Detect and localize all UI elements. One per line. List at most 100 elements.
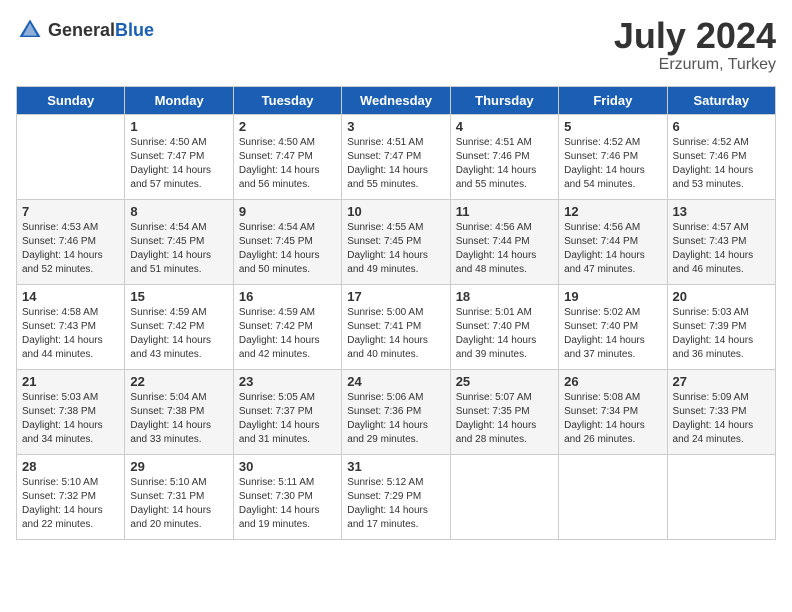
calendar-week-row: 1Sunrise: 4:50 AMSunset: 7:47 PMDaylight… <box>17 114 776 199</box>
day-number: 3 <box>347 119 444 134</box>
weekday-header: Wednesday <box>342 86 450 114</box>
calendar-cell: 4 Sunrise: 4:51 AMSunset: 7:46 PMDaylight… <box>450 114 558 199</box>
day-number: 31 <box>347 459 444 474</box>
day-number: 14 <box>22 289 119 304</box>
calendar-cell: 30Sunrise: 5:11 AMSunset: 7:30 PMDayligh… <box>233 454 341 539</box>
cell-detail: Sunrise: 4:50 AMSunset: 7:47 PMDaylight:… <box>239 136 336 192</box>
calendar-cell: 2 Sunrise: 4:50 AMSunset: 7:47 PMDaylight… <box>233 114 341 199</box>
day-number: 13 <box>673 204 770 219</box>
cell-detail: Sunrise: 5:01 AMSunset: 7:40 PMDaylight:… <box>456 306 553 362</box>
day-number: 20 <box>673 289 770 304</box>
location-subtitle: Erzurum, Turkey <box>614 56 776 74</box>
day-number: 28 <box>22 459 119 474</box>
day-number: 10 <box>347 204 444 219</box>
calendar-cell: 8 Sunrise: 4:54 AMSunset: 7:45 PMDaylight… <box>125 199 233 284</box>
calendar-week-row: 28 Sunrise: 5:10 AMSunset: 7:32 PMDayligh… <box>17 454 776 539</box>
day-number: 24 <box>347 374 444 389</box>
day-number: 21 <box>22 374 119 389</box>
day-number: 19 <box>564 289 661 304</box>
page-header: GeneralBlue July 2024 Erzurum, Turkey <box>16 16 776 74</box>
cell-detail: Sunrise: 4:59 AMSunset: 7:42 PMDaylight:… <box>239 306 336 362</box>
weekday-header: Friday <box>559 86 667 114</box>
calendar-cell: 6 Sunrise: 4:52 AMSunset: 7:46 PMDaylight… <box>667 114 775 199</box>
calendar-cell: 13 Sunrise: 4:57 AMSunset: 7:43 PMDayligh… <box>667 199 775 284</box>
cell-detail: Sunrise: 4:54 AMSunset: 7:45 PMDaylight:… <box>130 221 227 277</box>
calendar-cell <box>559 454 667 539</box>
calendar-cell: 25 Sunrise: 5:07 AMSunset: 7:35 PMDayligh… <box>450 369 558 454</box>
cell-detail: Sunrise: 5:08 AMSunset: 7:34 PMDaylight:… <box>564 391 661 447</box>
calendar-cell <box>450 454 558 539</box>
calendar-cell: 3 Sunrise: 4:51 AMSunset: 7:47 PMDaylight… <box>342 114 450 199</box>
title-block: July 2024 Erzurum, Turkey <box>614 16 776 74</box>
logo: GeneralBlue <box>16 16 154 44</box>
cell-detail: Sunrise: 5:03 AMSunset: 7:39 PMDaylight:… <box>673 306 770 362</box>
month-year-title: July 2024 <box>614 16 776 56</box>
calendar-cell: 28 Sunrise: 5:10 AMSunset: 7:32 PMDayligh… <box>17 454 125 539</box>
cell-detail: Sunrise: 5:05 AMSunset: 7:37 PMDaylight:… <box>239 391 336 447</box>
day-number: 23 <box>239 374 336 389</box>
calendar-week-row: 21 Sunrise: 5:03 AMSunset: 7:38 PMDayligh… <box>17 369 776 454</box>
calendar-header-row: SundayMondayTuesdayWednesdayThursdayFrid… <box>17 86 776 114</box>
day-number: 11 <box>456 204 553 219</box>
cell-detail: Sunrise: 5:04 AMSunset: 7:38 PMDaylight:… <box>130 391 227 447</box>
calendar-cell: 24 Sunrise: 5:06 AMSunset: 7:36 PMDayligh… <box>342 369 450 454</box>
calendar-cell <box>667 454 775 539</box>
cell-detail: Sunrise: 5:09 AMSunset: 7:33 PMDaylight:… <box>673 391 770 447</box>
cell-detail: Sunrise: 4:52 AMSunset: 7:46 PMDaylight:… <box>564 136 661 192</box>
cell-detail: Sunrise: 4:57 AMSunset: 7:43 PMDaylight:… <box>673 221 770 277</box>
day-number: 26 <box>564 374 661 389</box>
calendar-cell: 17 Sunrise: 5:00 AMSunset: 7:41 PMDayligh… <box>342 284 450 369</box>
cell-detail: Sunrise: 5:03 AMSunset: 7:38 PMDaylight:… <box>22 391 119 447</box>
calendar-cell: 5Sunrise: 4:52 AMSunset: 7:46 PMDaylight… <box>559 114 667 199</box>
day-number: 15 <box>130 289 227 304</box>
cell-detail: Sunrise: 4:59 AMSunset: 7:42 PMDaylight:… <box>130 306 227 362</box>
cell-detail: Sunrise: 4:52 AMSunset: 7:46 PMDaylight:… <box>673 136 770 192</box>
cell-detail: Sunrise: 4:54 AMSunset: 7:45 PMDaylight:… <box>239 221 336 277</box>
day-number: 27 <box>673 374 770 389</box>
day-number: 6 <box>673 119 770 134</box>
cell-detail: Sunrise: 5:00 AMSunset: 7:41 PMDaylight:… <box>347 306 444 362</box>
calendar-week-row: 14 Sunrise: 4:58 AMSunset: 7:43 PMDayligh… <box>17 284 776 369</box>
calendar-cell: 7 Sunrise: 4:53 AMSunset: 7:46 PMDaylight… <box>17 199 125 284</box>
cell-detail: Sunrise: 5:10 AMSunset: 7:31 PMDaylight:… <box>130 476 227 532</box>
weekday-header: Saturday <box>667 86 775 114</box>
calendar-cell: 14 Sunrise: 4:58 AMSunset: 7:43 PMDayligh… <box>17 284 125 369</box>
calendar-cell: 22 Sunrise: 5:04 AMSunset: 7:38 PMDayligh… <box>125 369 233 454</box>
day-number: 4 <box>456 119 553 134</box>
logo-general-text: General <box>48 20 115 40</box>
cell-detail: Sunrise: 4:51 AMSunset: 7:47 PMDaylight:… <box>347 136 444 192</box>
calendar-cell: 1Sunrise: 4:50 AMSunset: 7:47 PMDaylight… <box>125 114 233 199</box>
day-number: 8 <box>130 204 227 219</box>
cell-detail: Sunrise: 5:12 AMSunset: 7:29 PMDaylight:… <box>347 476 444 532</box>
day-number: 2 <box>239 119 336 134</box>
cell-detail: Sunrise: 4:58 AMSunset: 7:43 PMDaylight:… <box>22 306 119 362</box>
day-number: 16 <box>239 289 336 304</box>
cell-detail: Sunrise: 4:51 AMSunset: 7:46 PMDaylight:… <box>456 136 553 192</box>
calendar-cell <box>17 114 125 199</box>
calendar-cell: 29 Sunrise: 5:10 AMSunset: 7:31 PMDayligh… <box>125 454 233 539</box>
calendar-cell: 10 Sunrise: 4:55 AMSunset: 7:45 PMDayligh… <box>342 199 450 284</box>
cell-detail: Sunrise: 4:53 AMSunset: 7:46 PMDaylight:… <box>22 221 119 277</box>
cell-detail: Sunrise: 5:10 AMSunset: 7:32 PMDaylight:… <box>22 476 119 532</box>
calendar-cell: 21 Sunrise: 5:03 AMSunset: 7:38 PMDayligh… <box>17 369 125 454</box>
day-number: 17 <box>347 289 444 304</box>
cell-detail: Sunrise: 4:56 AMSunset: 7:44 PMDaylight:… <box>564 221 661 277</box>
calendar-table: SundayMondayTuesdayWednesdayThursdayFrid… <box>16 86 776 540</box>
weekday-header: Sunday <box>17 86 125 114</box>
day-number: 30 <box>239 459 336 474</box>
cell-detail: Sunrise: 4:55 AMSunset: 7:45 PMDaylight:… <box>347 221 444 277</box>
calendar-cell: 11 Sunrise: 4:56 AMSunset: 7:44 PMDayligh… <box>450 199 558 284</box>
cell-detail: Sunrise: 4:56 AMSunset: 7:44 PMDaylight:… <box>456 221 553 277</box>
day-number: 25 <box>456 374 553 389</box>
calendar-cell: 31 Sunrise: 5:12 AMSunset: 7:29 PMDayligh… <box>342 454 450 539</box>
calendar-cell: 27 Sunrise: 5:09 AMSunset: 7:33 PMDayligh… <box>667 369 775 454</box>
day-number: 22 <box>130 374 227 389</box>
cell-detail: Sunrise: 5:06 AMSunset: 7:36 PMDaylight:… <box>347 391 444 447</box>
cell-detail: Sunrise: 5:07 AMSunset: 7:35 PMDaylight:… <box>456 391 553 447</box>
weekday-header: Monday <box>125 86 233 114</box>
day-number: 7 <box>22 204 119 219</box>
logo-blue-text: Blue <box>115 20 154 40</box>
calendar-cell: 23 Sunrise: 5:05 AMSunset: 7:37 PMDayligh… <box>233 369 341 454</box>
cell-detail: Sunrise: 4:50 AMSunset: 7:47 PMDaylight:… <box>130 136 227 192</box>
day-number: 29 <box>130 459 227 474</box>
